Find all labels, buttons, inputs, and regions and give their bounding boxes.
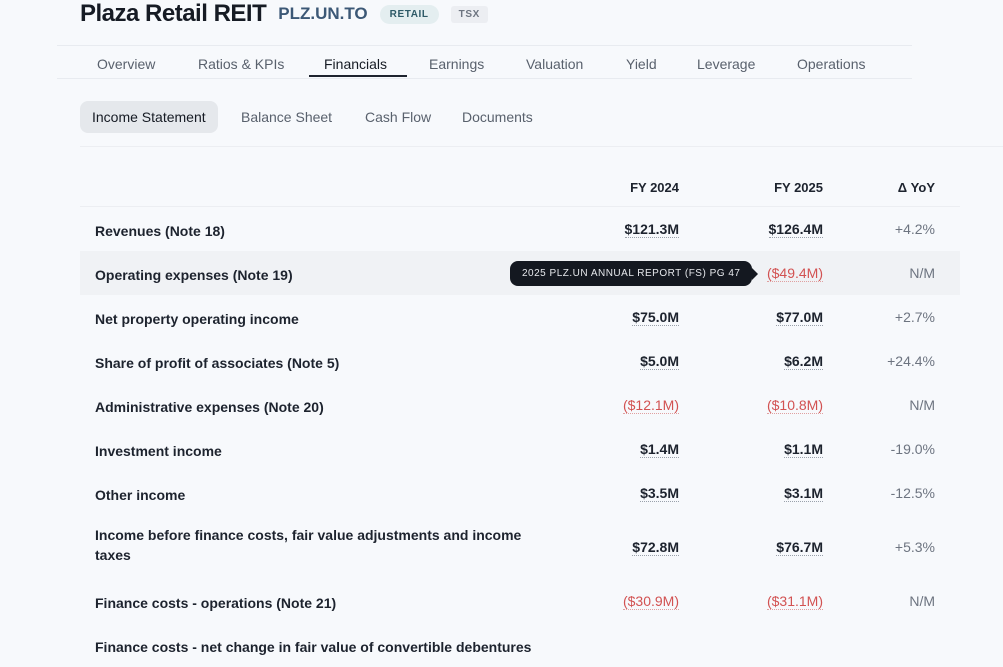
subtab-balance-sheet[interactable]: Balance Sheet: [241, 101, 332, 133]
value-fy2025[interactable]: $77.0M: [776, 309, 823, 326]
value-fy2025[interactable]: $126.4M: [768, 221, 823, 238]
top-tab-bar: Overview Ratios & KPIs Financials Earnin…: [57, 45, 912, 79]
table-row: Income before finance costs, fair value …: [80, 515, 960, 579]
value-yoy: +24.4%: [887, 353, 935, 369]
sector-badge: RETAIL: [379, 4, 439, 24]
value-yoy: +5.3%: [894, 539, 935, 555]
value-fy2024[interactable]: $121.3M: [624, 221, 679, 238]
value-yoy: -19.0%: [890, 441, 935, 457]
column-header-yoy[interactable]: Δ YoY: [898, 180, 935, 195]
value-fy2025[interactable]: ($49.4M): [766, 265, 823, 282]
row-label: Operating expenses (Note 19): [95, 267, 293, 283]
value-fy2024[interactable]: ($30.9M): [622, 593, 679, 610]
value-fy2025[interactable]: ($31.1M): [766, 593, 823, 610]
row-label: Investment income: [95, 443, 222, 459]
value-yoy: -12.5%: [890, 485, 935, 501]
tab-financials[interactable]: Financials: [324, 56, 387, 72]
tab-earnings[interactable]: Earnings: [429, 56, 484, 72]
page-header: Plaza Retail REIT PLZ.UN.TO RETAIL TSX: [80, 0, 488, 28]
column-header-fy2025[interactable]: FY 2025: [774, 180, 823, 195]
value-yoy: +4.2%: [894, 221, 935, 237]
row-label: Income before finance costs, fair value …: [95, 527, 522, 563]
tab-valuation[interactable]: Valuation: [526, 56, 583, 72]
income-statement-table: FY 2024 FY 2025 Δ YoY Revenues (Note 18)…: [80, 166, 960, 667]
active-tab-indicator: [309, 75, 407, 77]
column-header-fy2024[interactable]: FY 2024: [630, 180, 679, 195]
tab-ratios-kpis[interactable]: Ratios & KPIs: [198, 56, 284, 72]
value-fy2024[interactable]: $5.0M: [640, 353, 679, 370]
source-tooltip: 2025 PLZ.UN ANNUAL REPORT (FS) PG 47: [510, 261, 759, 286]
table-header: FY 2024 FY 2025 Δ YoY: [80, 166, 960, 207]
value-fy2024[interactable]: $3.5M: [640, 485, 679, 502]
value-fy2024[interactable]: $1.4M: [640, 441, 679, 458]
subtab-cash-flow[interactable]: Cash Flow: [365, 101, 431, 133]
exchange-badge: TSX: [450, 5, 488, 23]
tab-leverage[interactable]: Leverage: [697, 56, 755, 72]
row-label: Revenues (Note 18): [95, 223, 225, 239]
value-fy2025[interactable]: $6.2M: [784, 353, 823, 370]
value-fy2025[interactable]: $76.7M: [776, 539, 823, 556]
value-fy2024[interactable]: ($12.1M): [622, 397, 679, 414]
table-row: Other income $3.5M $3.1M -12.5%: [80, 471, 960, 515]
value-fy2025[interactable]: $3.1M: [784, 485, 823, 502]
table-row: Net property operating income $75.0M $77…: [80, 295, 960, 339]
table-row: Finance costs - operations (Note 21) ($3…: [80, 579, 960, 623]
value-yoy: N/M: [909, 397, 935, 413]
subtab-income-statement[interactable]: Income Statement: [80, 101, 218, 133]
table-row: Share of profit of associates (Note 5) $…: [80, 339, 960, 383]
value-yoy: +2.7%: [894, 309, 935, 325]
value-yoy: N/M: [909, 265, 935, 281]
value-fy2024[interactable]: $75.0M: [632, 309, 679, 326]
row-label: Net property operating income: [95, 311, 299, 327]
table-row: Administrative expenses (Note 20) ($12.1…: [80, 383, 960, 427]
tab-overview[interactable]: Overview: [97, 56, 155, 72]
subtab-documents[interactable]: Documents: [462, 101, 533, 133]
table-row: Revenues (Note 18) $121.3M $126.4M +4.2%: [80, 207, 960, 251]
row-label: Administrative expenses (Note 20): [95, 399, 324, 415]
company-name: Plaza Retail REIT: [80, 0, 267, 27]
tab-operations[interactable]: Operations: [797, 56, 865, 72]
value-fy2025[interactable]: ($10.8M): [766, 397, 823, 414]
value-fy2025[interactable]: $1.1M: [784, 441, 823, 458]
ticker-symbol[interactable]: PLZ.UN.TO: [278, 4, 367, 24]
value-yoy: N/M: [909, 593, 935, 609]
table-row: Investment income $1.4M $1.1M -19.0%: [80, 427, 960, 471]
row-label: Finance costs - operations (Note 21): [95, 595, 337, 611]
tab-yield[interactable]: Yield: [626, 56, 657, 72]
row-label: Share of profit of associates (Note 5): [95, 355, 340, 371]
sub-tab-bar: Income Statement Balance Sheet Cash Flow…: [80, 101, 1003, 147]
table-row: Finance costs - net change in fair value…: [80, 623, 960, 667]
value-fy2024[interactable]: $72.8M: [632, 539, 679, 556]
row-label: Other income: [95, 487, 186, 503]
row-label: Finance costs - net change in fair value…: [95, 639, 532, 655]
